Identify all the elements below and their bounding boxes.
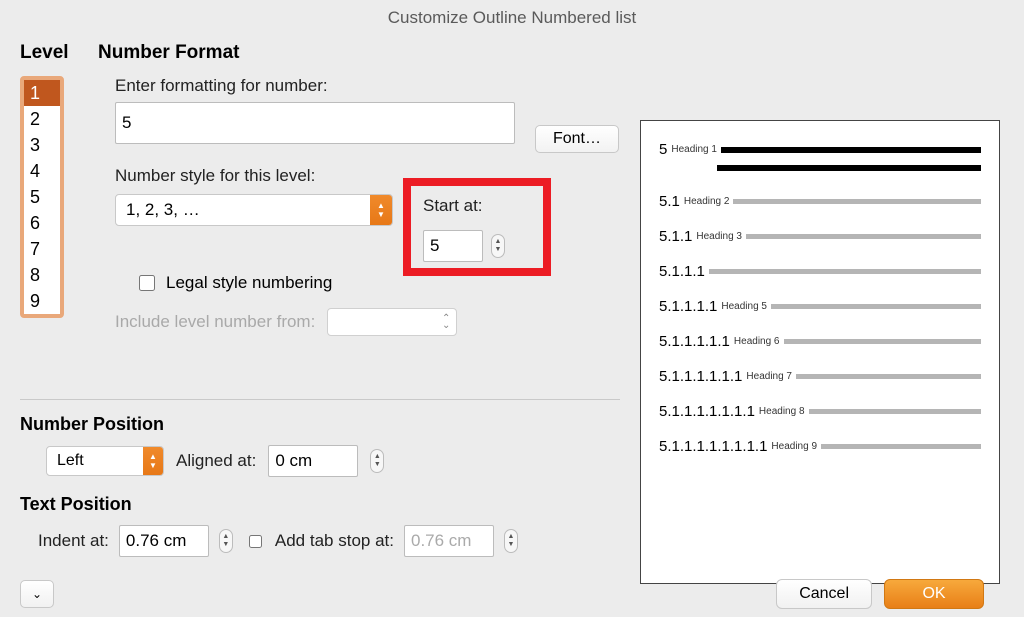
preview-heading: Heading 3 (696, 231, 742, 242)
legal-style-label: Legal style numbering (166, 273, 332, 293)
number-style-select[interactable]: 1, 2, 3, … ▲▼ (115, 194, 393, 226)
number-format-panel: Enter formatting for number: Font… Numbe… (115, 76, 625, 336)
level-item-5[interactable]: 5 (24, 184, 60, 210)
preview-heading: Heading 9 (771, 441, 817, 452)
column-headers: Level Number Format (20, 42, 1004, 64)
preview-line: 5.1.1.1.1.1.1.1.1 Heading 9 (659, 438, 981, 455)
preview-line: 5.1.1.1 (659, 263, 981, 280)
tab-stop-checkbox[interactable] (249, 535, 262, 548)
preview-bar (709, 269, 981, 274)
level-list[interactable]: 123456789 (20, 76, 64, 318)
preview-heading: Heading 5 (721, 301, 767, 312)
expand-button[interactable]: ⌄ (20, 580, 54, 608)
select-knob-icon: ▲▼ (370, 195, 392, 225)
tab-stop-label: Add tab stop at: (275, 531, 394, 551)
preview-heading: Heading 6 (734, 336, 780, 347)
preview-bar (733, 199, 981, 204)
font-button[interactable]: Font… (535, 125, 619, 153)
preview-number: 5.1.1.1.1.1.1.1 (659, 403, 755, 420)
preview-number: 5.1.1.1.1.1 (659, 333, 730, 350)
legal-style-checkbox[interactable] (139, 275, 155, 291)
preview-line: 5.1.1.1.1 Heading 5 (659, 298, 981, 315)
aligned-at-input[interactable] (268, 445, 358, 477)
preview-number: 5.1.1 (659, 228, 692, 245)
start-at-highlight: Start at: ▲▼ (403, 178, 551, 276)
level-item-8[interactable]: 8 (24, 262, 60, 288)
preview-line (717, 165, 981, 171)
preview-heading: Heading 8 (759, 406, 805, 417)
start-at-input[interactable] (423, 230, 483, 262)
text-position-section: Text Position Indent at: ▲▼ Add tab stop… (20, 492, 518, 557)
header-level: Level (20, 42, 98, 64)
cancel-button[interactable]: Cancel (776, 579, 872, 609)
preview-line: 5.1.1.1.1.1.1 Heading 7 (659, 368, 981, 385)
level-item-4[interactable]: 4 (24, 158, 60, 184)
preview-number: 5.1.1.1 (659, 263, 705, 280)
level-item-6[interactable]: 6 (24, 210, 60, 236)
preview-bar (771, 304, 981, 309)
dialog-footer: ⌄ Cancel OK (0, 579, 1004, 609)
start-at-stepper[interactable]: ▲▼ (491, 234, 505, 258)
preview-bar (721, 147, 981, 153)
preview-bar (717, 165, 981, 171)
select-knob-icon: ▲▼ (143, 447, 163, 475)
enter-formatting-label: Enter formatting for number: (115, 76, 625, 96)
include-level-select: ⌃⌄ (327, 308, 457, 336)
alignment-value: Left (47, 452, 143, 470)
formatting-input[interactable] (115, 102, 515, 144)
preview-bar (809, 409, 981, 414)
preview-bar (746, 234, 981, 239)
text-position-title: Text Position (20, 494, 518, 515)
level-item-3[interactable]: 3 (24, 132, 60, 158)
preview-heading: Heading 2 (684, 196, 730, 207)
aligned-at-label: Aligned at: (176, 451, 256, 471)
preview-line: 5.1.1.1.1.1 Heading 6 (659, 333, 981, 350)
level-item-1[interactable]: 1 (24, 80, 60, 106)
preview-line: 5.1.1 Heading 3 (659, 228, 981, 245)
preview-heading: Heading 7 (746, 371, 792, 382)
dialog-title: Customize Outline Numbered list (0, 0, 1024, 42)
aligned-at-stepper[interactable]: ▲▼ (370, 449, 384, 473)
preview-pane: 5Heading 15.1Heading 25.1.1Heading 35.1.… (640, 120, 1000, 584)
include-level-label: Include level number from: (115, 312, 315, 332)
start-at-label: Start at: (423, 196, 525, 216)
preview-bar (821, 444, 981, 449)
preview-number: 5.1.1.1.1.1.1 (659, 368, 742, 385)
indent-at-stepper[interactable]: ▲▼ (219, 529, 233, 553)
preview-number: 5.1 (659, 193, 680, 210)
preview-bar (784, 339, 982, 344)
dialog-content: Level Number Format 123456789 Enter form… (0, 42, 1024, 64)
preview-number: 5 (659, 141, 667, 158)
number-position-title: Number Position (20, 414, 620, 435)
legal-style-checkbox-row: Legal style numbering (135, 272, 625, 294)
preview-heading: Heading 1 (671, 144, 717, 155)
ok-button[interactable]: OK (884, 579, 984, 609)
preview-number: 5.1.1.1.1 (659, 298, 717, 315)
tab-stop-stepper: ▲▼ (504, 529, 518, 553)
preview-bar (796, 374, 981, 379)
include-level-row: Include level number from: ⌃⌄ (115, 308, 625, 336)
header-format: Number Format (98, 42, 239, 64)
alignment-select[interactable]: Left ▲▼ (46, 446, 164, 476)
preview-line: 5 Heading 1 (659, 141, 981, 158)
separator (20, 399, 620, 400)
preview-line: 5.1.1.1.1.1.1.1 Heading 8 (659, 403, 981, 420)
level-item-2[interactable]: 2 (24, 106, 60, 132)
number-style-value: 1, 2, 3, … (116, 200, 370, 220)
indent-at-input[interactable] (119, 525, 209, 557)
indent-at-label: Indent at: (38, 531, 109, 551)
number-position-section: Number Position Left ▲▼ Aligned at: ▲▼ (20, 412, 620, 477)
level-column: 123456789 (20, 76, 64, 318)
level-item-9[interactable]: 9 (24, 288, 60, 314)
number-style-label: Number style for this level: (115, 166, 393, 186)
tab-stop-input (404, 525, 494, 557)
preview-line: 5.1 Heading 2 (659, 193, 981, 210)
level-item-7[interactable]: 7 (24, 236, 60, 262)
chevron-down-icon: ⌄ (32, 587, 42, 601)
preview-number: 5.1.1.1.1.1.1.1.1 (659, 438, 767, 455)
include-stepper-icon: ⌃⌄ (442, 315, 450, 329)
